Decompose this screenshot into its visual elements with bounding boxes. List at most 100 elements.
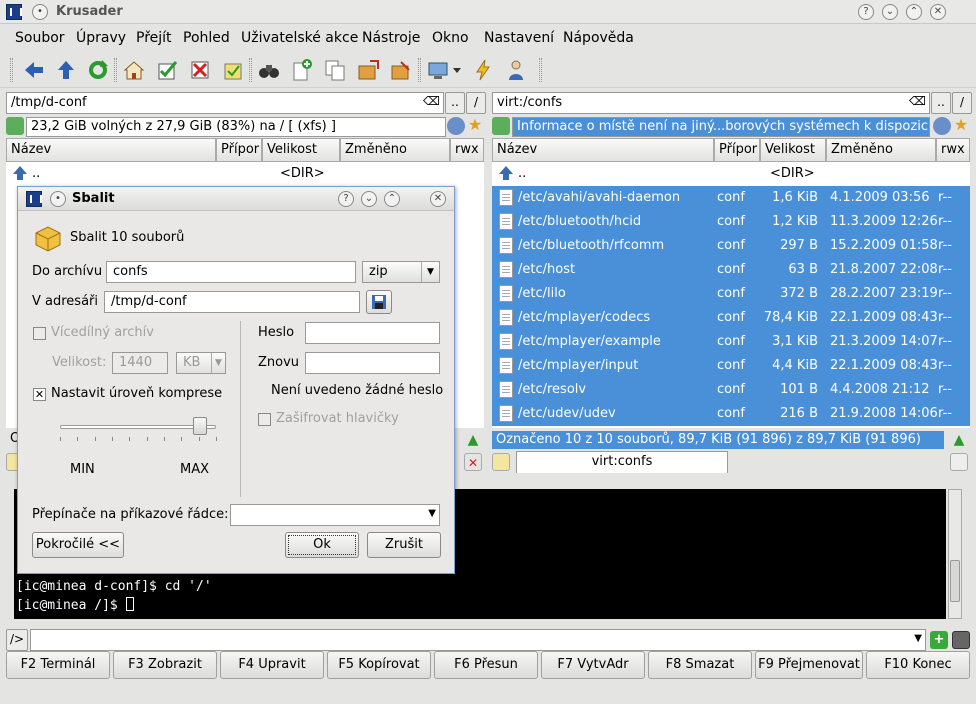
dialog-close-button[interactable]: ✕ — [430, 191, 446, 207]
file-row[interactable]: /etc/lilo conf 372 B 28.2.2007 23:19 r-- — [492, 282, 970, 306]
right-root-button[interactable]: / — [952, 92, 972, 114]
dropdown-icon[interactable] — [451, 58, 463, 82]
right-path-field[interactable]: virt:/confs ⌫ — [492, 92, 930, 114]
new-file-icon[interactable] — [290, 58, 314, 82]
copy-icon[interactable] — [323, 58, 347, 82]
select-icon[interactable] — [155, 58, 179, 82]
right-col-date[interactable]: Změněno — [826, 138, 936, 162]
password-input[interactable] — [305, 322, 440, 344]
dialog-minimize-button[interactable]: ⌄ — [361, 191, 377, 207]
terminal-icon[interactable] — [952, 631, 970, 649]
left-col-date[interactable]: Změněno — [340, 138, 450, 162]
dialog-menu-button[interactable]: • — [50, 191, 66, 207]
right-bookmark-star-icon[interactable]: ★ — [952, 117, 970, 135]
lightning-icon[interactable] — [471, 58, 495, 82]
f6-move-button[interactable]: F6 Přesun — [434, 651, 538, 679]
pack-icon[interactable] — [356, 58, 380, 82]
cmdline-switches-input[interactable]: ▼ — [230, 504, 440, 526]
clear-path-icon-right[interactable]: ⌫ — [909, 94, 926, 108]
right-history-icon[interactable] — [933, 117, 951, 135]
refresh-icon[interactable] — [86, 58, 110, 82]
ok-button[interactable]: Ok — [285, 532, 359, 558]
toolbar-grip[interactable] — [10, 58, 13, 82]
menu-napoveda[interactable]: Nápověda — [563, 30, 634, 46]
f4-edit-button[interactable]: F4 Upravit — [220, 651, 324, 679]
f3-view-button[interactable]: F3 Zobrazit — [113, 651, 217, 679]
right-parent-row[interactable]: .. <DIR> — [492, 162, 970, 186]
file-row[interactable]: /etc/host conf 63 B 21.8.2007 22:08 r-- — [492, 258, 970, 282]
dialog-help-button[interactable]: ? — [338, 191, 354, 207]
menu-uzivatelske-akce[interactable]: Uživatelské akce — [241, 30, 358, 46]
f7-mkdir-button[interactable]: F7 VytvAdr — [541, 651, 645, 679]
cancel-button[interactable]: Zrušit — [367, 532, 441, 558]
encrypt-headers-checkbox[interactable] — [258, 413, 271, 426]
add-command-icon[interactable]: + — [930, 631, 948, 649]
command-line-input[interactable]: ▼ — [30, 629, 926, 651]
volume-unit-select[interactable]: KB ▼ — [176, 352, 226, 374]
back-icon[interactable] — [22, 58, 46, 82]
file-row[interactable]: /etc/mplayer/example conf 3,1 KiB 21.3.2009… — [492, 330, 970, 354]
compression-checkbox[interactable]: ✕ — [33, 388, 46, 401]
minimize-button[interactable]: ⌄ — [882, 4, 898, 20]
f2-terminal-button[interactable]: F2 Terminál — [6, 651, 110, 679]
location-input[interactable]: /tmp/d-conf — [104, 291, 360, 313]
file-row[interactable]: /etc/mplayer/input conf 4,4 KiB 22.1.2009 0… — [492, 354, 970, 378]
left-path-field[interactable]: /tmp/d-conf ⌫ — [6, 92, 444, 114]
left-col-name[interactable]: Název — [6, 138, 216, 162]
clear-path-icon[interactable]: ⌫ — [423, 94, 440, 108]
network-icon[interactable] — [426, 58, 450, 82]
password-again-input[interactable] — [305, 352, 440, 374]
compare-icon[interactable] — [221, 58, 245, 82]
chevron-down-icon[interactable]: ▼ — [428, 508, 436, 519]
unpack-icon[interactable] — [389, 58, 413, 82]
krusader-app-icon[interactable] — [6, 4, 22, 20]
right-file-list[interactable]: .. <DIR> /etc/avahi/avahi-daemon conf 1,6 … — [492, 162, 970, 428]
left-col-rwx[interactable]: rwx — [450, 138, 484, 162]
file-row[interactable]: /etc/bluetooth/rfcomm conf 297 B 15.2.2009 … — [492, 234, 970, 258]
left-panel-toggle-icon[interactable]: ▲ — [464, 431, 482, 449]
volume-size-input[interactable]: 1440 — [112, 352, 168, 374]
left-history-icon[interactable] — [447, 117, 465, 135]
right-col-rwx[interactable]: rwx — [936, 138, 970, 162]
advanced-button[interactable]: Pokročilé << — [32, 532, 124, 558]
right-col-ext[interactable]: Přípor — [714, 138, 760, 162]
file-row[interactable]: /etc/avahi/avahi-daemon conf 1,6 KiB 4.1.20… — [492, 186, 970, 210]
menu-nastaveni[interactable]: Nastavení — [484, 30, 554, 46]
left-close-tab-icon[interactable]: ✕ — [464, 453, 482, 471]
file-row[interactable]: /etc/mplayer/codecs conf 78,4 KiB 22.1.2009… — [492, 306, 970, 330]
home-icon[interactable] — [122, 58, 146, 82]
right-up-button[interactable]: .. — [931, 92, 951, 114]
file-row[interactable]: /etc/udev/udev conf 216 B 21.9.2008 14:06 r-… — [492, 402, 970, 426]
right-disk-icon[interactable] — [492, 117, 510, 135]
right-col-name[interactable]: Název — [492, 138, 714, 162]
left-up-button[interactable]: .. — [445, 92, 465, 114]
left-col-ext[interactable]: Přípor — [216, 138, 262, 162]
left-bookmark-star-icon[interactable]: ★ — [466, 117, 484, 135]
menu-prejit[interactable]: Přejít — [136, 30, 172, 46]
user-icon[interactable] — [504, 58, 528, 82]
right-panel-toggle-icon[interactable]: ▲ — [950, 431, 968, 449]
chevron-down-icon[interactable]: ▼ — [914, 633, 922, 644]
menu-soubor[interactable]: Soubor — [15, 30, 65, 46]
menu-okno[interactable]: Okno — [432, 30, 469, 46]
file-row[interactable]: /etc/resolv conf 101 B 4.4.2008 21:12 r-- — [492, 378, 970, 402]
left-col-size[interactable]: Velikost — [262, 138, 340, 162]
f5-copy-button[interactable]: F5 Kopírovat — [327, 651, 431, 679]
help-button[interactable]: ? — [858, 4, 874, 20]
left-root-button[interactable]: / — [466, 92, 486, 114]
window-menu-button[interactable]: • — [32, 4, 48, 20]
browse-button[interactable] — [366, 290, 392, 314]
compression-slider-thumb[interactable] — [193, 417, 208, 435]
left-parent-row[interactable]: .. <DIR> — [6, 162, 484, 186]
right-tab-virt-confs[interactable]: virt:confs — [516, 451, 728, 473]
maximize-button[interactable]: ⌃ — [906, 4, 922, 20]
right-new-tab-icon[interactable] — [492, 453, 510, 471]
file-row[interactable]: /etc/bluetooth/hcid conf 1,2 KiB 11.3.2009 … — [492, 210, 970, 234]
up-icon[interactable] — [54, 58, 78, 82]
multivolume-checkbox[interactable] — [33, 327, 46, 340]
menu-pohled[interactable]: Pohled — [183, 30, 230, 46]
terminal-scroll-thumb[interactable] — [950, 560, 960, 602]
search-binoculars-icon[interactable] — [257, 58, 281, 82]
f9-rename-button[interactable]: F9 Přejmenovat — [755, 651, 863, 679]
right-close-tab-icon[interactable] — [950, 453, 968, 471]
